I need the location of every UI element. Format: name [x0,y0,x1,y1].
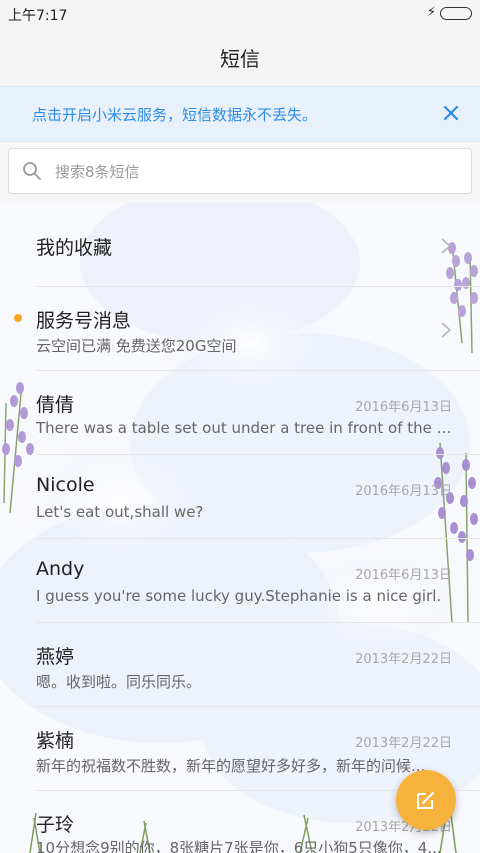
conversation-preview: 云空间已满 免费送您20G空间 [36,337,237,355]
status-icons: ⚡ [427,6,472,20]
search-icon [23,162,41,180]
conversation-name: Andy [36,558,85,580]
conversation-preview: 新年的祝福数不胜数，新年的愿望好多好多，新年的问候... [36,757,426,775]
chevron-right-icon [441,322,452,338]
conversation-name: 服务号消息 [36,310,132,332]
conversation-item[interactable]: Andy 2016年6月13日 I guess you're some luck… [0,539,480,623]
conversation-preview: Let's eat out,shall we? [36,503,204,521]
status-bar: 上午7:17 ⚡ [0,0,480,28]
conversation-preview: I guess you're some lucky guy.Stephanie … [36,587,442,605]
conversation-date: 2013年2月22日 [355,736,452,751]
conversation-date: 2016年6月13日 [355,568,452,583]
conversation-list[interactable]: 我的收藏 服务号消息 云空间已满 免费送您20G空间 倩倩 2016年6月13日… [0,203,480,853]
bolt-icon: ⚡ [426,5,436,20]
page-title: 短信 [220,46,260,71]
conversation-favorites[interactable]: 我的收藏 [0,203,480,287]
conversation-name: 燕婷 [36,646,75,668]
battery-icon [440,6,472,20]
conversation-preview: 嗯。收到啦。同乐同乐。 [36,673,202,691]
search-box[interactable] [8,148,472,194]
conversation-name: 紫楠 [36,730,75,752]
cloud-service-banner[interactable]: 点击开启小米云服务，短信数据永不丢失。 [0,86,480,142]
conversation-name: 倩倩 [36,394,75,416]
conversation-name: 我的收藏 [36,237,113,259]
banner-text[interactable]: 点击开启小米云服务，短信数据永不丢失。 [32,104,317,125]
conversation-name: 子玲 [36,814,75,836]
unread-dot [14,314,22,322]
conversation-preview: 10分想念9别的你，8张糖片7张是你，6只小狗5只像你，4... [36,839,442,853]
compose-button[interactable] [396,770,456,830]
title-bar: 短信 [0,28,480,86]
conversation-date: 2013年2月22日 [355,652,452,667]
chevron-right-icon [441,238,452,254]
conversation-date: 2016年6月13日 [355,400,452,415]
status-time: 上午7:17 [8,8,68,24]
compose-icon [417,792,434,809]
conversation-service-messages[interactable]: 服务号消息 云空间已满 免费送您20G空间 [0,287,480,371]
conversation-item[interactable]: 倩倩 2016年6月13日 There was a table set out … [0,371,480,455]
conversation-item[interactable]: Nicole 2016年6月13日 Let's eat out,shall we… [0,455,480,539]
conversation-preview: There was a table set out under a tree i… [36,419,452,437]
search-input[interactable] [53,159,457,185]
conversation-item[interactable]: 燕婷 2013年2月22日 嗯。收到啦。同乐同乐。 [0,623,480,707]
conversation-date: 2016年6月13日 [355,484,452,499]
close-icon[interactable] [438,100,464,126]
conversation-name: Nicole [36,474,95,496]
